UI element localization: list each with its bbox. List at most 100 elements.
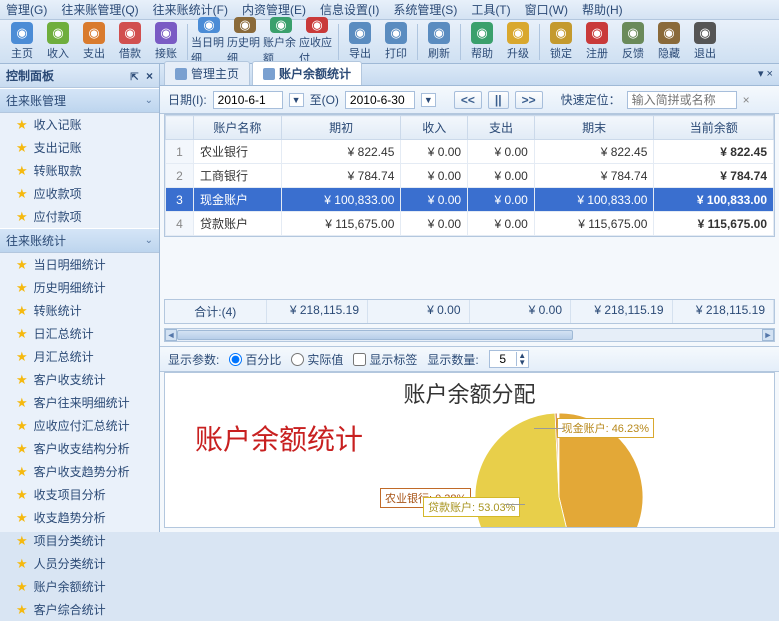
date-to-input[interactable] — [345, 91, 415, 109]
toolbar-button-刷新[interactable]: ◉刷新 — [421, 21, 457, 63]
tab-minimize-icon[interactable]: ▾ × — [758, 67, 773, 80]
toolbar-button-反馈[interactable]: ◉反馈 — [615, 21, 651, 63]
toolbar-button-锁定[interactable]: ◉锁定 — [543, 21, 579, 63]
menu-item[interactable]: 系统管理(S) — [393, 1, 457, 18]
display-count-spinner[interactable]: ▲▼ — [489, 350, 529, 368]
menu-item[interactable]: 窗口(W) — [525, 1, 568, 18]
sidebar-item[interactable]: ★ 历史明细统计 — [0, 276, 159, 299]
sidebar-item[interactable]: ★月汇总统计 — [0, 345, 159, 368]
menu-item[interactable]: 内资管理(E) — [242, 1, 306, 18]
sidebar-item[interactable]: ★收支项目分析 — [0, 483, 159, 506]
date-to-dropdown-icon[interactable]: ▼ — [421, 93, 436, 107]
col-header[interactable]: 期初 — [281, 116, 401, 140]
sidebar-item-label: 历史明细统计 — [34, 279, 106, 296]
account-grid: 账户名称期初收入支出期末当前余额1农业银行¥ 822.45¥ 0.00¥ 0.0… — [164, 114, 775, 237]
clear-icon[interactable]: × — [743, 93, 750, 107]
cell-income: ¥ 0.00 — [401, 140, 468, 164]
spin-down-icon[interactable]: ▼ — [516, 359, 528, 366]
toolbar-button-账户余额[interactable]: ◉账户余额 — [263, 21, 299, 63]
menu-item[interactable]: 工具(T) — [471, 1, 510, 18]
star-icon: ★ — [16, 140, 28, 156]
cell-closing: ¥ 115,675.00 — [534, 212, 654, 236]
toolbar-button-注册[interactable]: ◉注册 — [579, 21, 615, 63]
sidebar-item[interactable]: ★ 支出记账 — [0, 136, 159, 159]
scroll-left-icon[interactable]: ◄ — [165, 329, 177, 341]
toolbar-button-导出[interactable]: ◉导出 — [342, 21, 378, 63]
checkbox-labels[interactable]: 显示标签 — [353, 351, 417, 368]
sidebar-item[interactable]: ★应付款项 — [0, 205, 159, 228]
menu-item[interactable]: 信息设置(I) — [320, 1, 379, 18]
quick-locate-input[interactable] — [627, 91, 737, 109]
toolbar-icon: ◉ — [83, 22, 105, 44]
table-row[interactable]: 1农业银行¥ 822.45¥ 0.00¥ 0.00¥ 822.45¥ 822.4… — [166, 140, 774, 164]
toolbar-button-支出[interactable]: ◉支出 — [76, 21, 112, 63]
toolbar-label: 隐藏 — [658, 45, 680, 61]
toolbar-button-退出[interactable]: ◉退出 — [687, 21, 723, 63]
scroll-thumb[interactable] — [177, 330, 573, 340]
toolbar-button-收入[interactable]: ◉收入 — [40, 21, 76, 63]
toolbar-button-打印[interactable]: ◉打印 — [378, 21, 414, 63]
group-header[interactable]: 往来账统计⌄ — [0, 228, 159, 253]
sidebar-item[interactable]: ★客户收支统计 — [0, 368, 159, 391]
toolbar-button-帮助[interactable]: ◉帮助 — [464, 21, 500, 63]
menu-item[interactable]: 往来账管理(Q) — [61, 1, 138, 18]
nav-last-button[interactable]: >> — [515, 91, 543, 109]
tab[interactable]: 账户余额统计 — [252, 61, 362, 85]
sidebar-item[interactable]: ★客户收支趋势分析 — [0, 460, 159, 483]
toolbar-button-接账[interactable]: ◉接账 — [148, 21, 184, 63]
menu-item[interactable]: 往来账统计(F) — [153, 1, 228, 18]
toolbar-label: 接账 — [155, 45, 177, 61]
sidebar-item[interactable]: ★转账取款 — [0, 159, 159, 182]
close-icon[interactable]: × — [146, 69, 153, 83]
horizontal-scrollbar[interactable]: ◄ ► — [164, 328, 775, 342]
tab[interactable]: 管理主页 — [164, 61, 250, 85]
col-header[interactable]: 账户名称 — [194, 116, 282, 140]
radio-actual[interactable]: 实际值 — [291, 351, 343, 368]
toolbar-button-借款[interactable]: ◉借款 — [112, 21, 148, 63]
date-from-dropdown-icon[interactable]: ▼ — [289, 93, 304, 107]
table-row[interactable]: 3现金账户¥ 100,833.00¥ 0.00¥ 0.00¥ 100,833.0… — [166, 188, 774, 212]
sidebar-item[interactable]: ★日汇总统计 — [0, 322, 159, 345]
toolbar-button-升级[interactable]: ◉升级 — [500, 21, 536, 63]
toolbar-label: 刷新 — [428, 45, 450, 61]
sidebar-item[interactable]: ★当日明细统计 — [0, 253, 159, 276]
col-header[interactable]: 当前余额 — [654, 116, 774, 140]
sidebar-item[interactable]: ★客户收支结构分析 — [0, 437, 159, 460]
star-icon: ★ — [16, 280, 28, 296]
sidebar-item-label: 项目分类统计 — [34, 532, 106, 549]
sidebar-item-label: 支出记账 — [34, 139, 82, 156]
sidebar-item[interactable]: ★收支趋势分析 — [0, 506, 159, 529]
sidebar-item[interactable]: ★应收款项 — [0, 182, 159, 205]
scroll-right-icon[interactable]: ► — [762, 329, 774, 341]
sidebar-item[interactable]: ★账户余额统计 — [0, 575, 159, 598]
nav-pause-button[interactable]: || — [488, 91, 509, 109]
nav-first-button[interactable]: << — [454, 91, 482, 109]
sidebar-item[interactable]: ★转账统计 — [0, 299, 159, 322]
menu-item[interactable]: 帮助(H) — [582, 1, 623, 18]
toolbar-button-应收应付[interactable]: ◉应收应付 — [299, 21, 335, 63]
group-header[interactable]: 往来账管理⌄ — [0, 88, 159, 113]
sidebar-item[interactable]: ★人员分类统计 — [0, 552, 159, 575]
toolbar-button-历史明细[interactable]: ◉历史明细 — [227, 21, 263, 63]
table-row[interactable]: 2工商银行¥ 784.74¥ 0.00¥ 0.00¥ 784.74¥ 784.7… — [166, 164, 774, 188]
star-icon: ★ — [16, 579, 28, 595]
pin-icon[interactable]: ⇱ — [130, 72, 138, 83]
date-from-input[interactable] — [213, 91, 283, 109]
col-header[interactable]: 收入 — [401, 116, 468, 140]
col-header[interactable]: 支出 — [468, 116, 535, 140]
toolbar-button-隐藏[interactable]: ◉隐藏 — [651, 21, 687, 63]
sidebar-item[interactable]: ★客户往来明细统计 — [0, 391, 159, 414]
row-index: 2 — [166, 164, 194, 188]
toolbar-button-当日明细[interactable]: ◉当日明细 — [191, 21, 227, 63]
table-row[interactable]: 4贷款账户¥ 115,675.00¥ 0.00¥ 0.00¥ 115,675.0… — [166, 212, 774, 236]
sidebar-item[interactable]: ★应收应付汇总统计 — [0, 414, 159, 437]
col-header[interactable]: 期末 — [534, 116, 654, 140]
sidebar-item[interactable]: ★收入记账 — [0, 113, 159, 136]
sidebar-item[interactable]: ★客户综合统计 — [0, 598, 159, 621]
toolbar-button-主页[interactable]: ◉主页 — [4, 21, 40, 63]
cell-closing: ¥ 100,833.00 — [534, 188, 654, 212]
menu-item[interactable]: 管理(G) — [6, 1, 47, 18]
col-header[interactable] — [166, 116, 194, 140]
radio-percent[interactable]: 百分比 — [229, 351, 281, 368]
sidebar-item[interactable]: ★项目分类统计 — [0, 529, 159, 552]
